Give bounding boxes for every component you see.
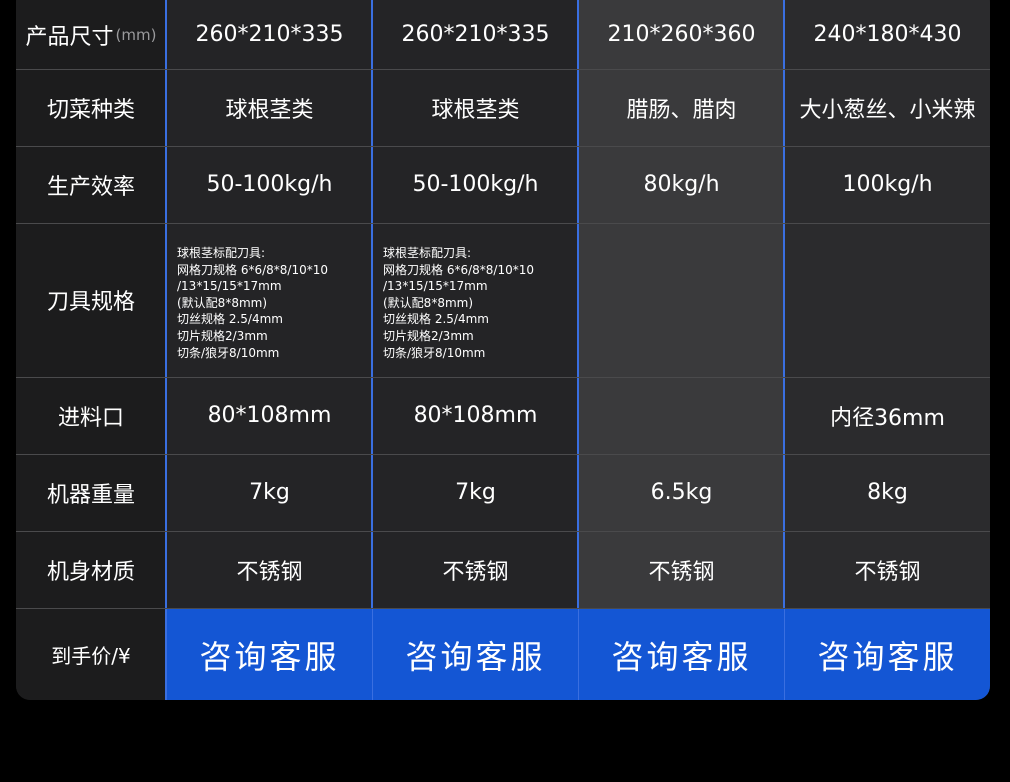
efficiency-value: 80kg/h <box>643 172 720 197</box>
size-value: 260*210*335 <box>401 22 550 47</box>
row-label-feed-port: 进料口 <box>57 405 124 431</box>
consult-service-button[interactable]: 咨询客服 <box>579 609 784 700</box>
row-label-cut-type: 切菜种类 <box>46 97 135 123</box>
blade-spec-line: 网格刀规格 6*6/8*8/10*10 <box>383 262 534 277</box>
blade-spec-line: 切丝规格 2.5/4mm <box>383 312 489 327</box>
row-label-material: 机身材质 <box>46 559 135 585</box>
weight-value: 7kg <box>249 480 290 505</box>
size-value: 210*260*360 <box>607 22 756 47</box>
blade-spec-line: 切条/狼牙8/10mm <box>383 345 486 360</box>
blade-spec-line: 网格刀规格 6*6/8*8/10*10 <box>177 262 328 277</box>
material-value: 不锈钢 <box>236 559 303 585</box>
weight-value: 8kg <box>867 480 908 505</box>
efficiency-value: 50-100kg/h <box>206 172 333 197</box>
blade-spec-value: 球根茎标配刀具: 网格刀规格 6*6/8*8/10*10 /13*15/15*1… <box>167 223 372 377</box>
efficiency-value: 50-100kg/h <box>412 172 539 197</box>
consult-service-button[interactable]: 咨询客服 <box>167 609 372 700</box>
cut-type-value: 大小葱丝、小米辣 <box>799 97 976 123</box>
blade-spec-line: 球根茎标配刀具: <box>383 246 472 260</box>
row-label-size: 产品尺寸 (mm) <box>16 0 166 69</box>
row-label-blade-spec: 刀具规格 <box>46 290 135 315</box>
blade-spec-line: /13*15/15*17mm <box>383 279 488 294</box>
blade-spec-line: 球根茎标配刀具: <box>177 246 266 260</box>
cut-type-value: 球根茎类 <box>225 97 314 123</box>
spec-table: 产品尺寸 (mm) 260*210*335 260*210*335 210*260… <box>16 0 990 700</box>
feed-port-value: 内径36mm <box>830 405 945 431</box>
cut-type-value: 腊肠、腊肉 <box>626 97 737 123</box>
efficiency-value: 100kg/h <box>842 172 933 197</box>
material-value: 不锈钢 <box>442 559 509 585</box>
blade-spec-line: (默认配8*8mm) <box>177 295 268 310</box>
weight-value: 6.5kg <box>650 480 713 505</box>
row-label-efficiency: 生产效率 <box>46 174 135 200</box>
blade-spec-line: 切片规格2/3mm <box>383 328 474 343</box>
feed-port-value <box>579 377 784 454</box>
blade-spec-value: 球根茎标配刀具: 网格刀规格 6*6/8*8/10*10 /13*15/15*1… <box>373 223 578 377</box>
row-label-text: 产品尺寸 <box>25 24 114 50</box>
material-value: 不锈钢 <box>648 559 715 585</box>
material-value: 不锈钢 <box>854 559 921 585</box>
row-label-unit: (mm) <box>115 25 157 44</box>
blade-spec-line: /13*15/15*17mm <box>177 279 282 294</box>
cut-type-value: 球根茎类 <box>431 97 520 123</box>
row-label-weight: 机器重量 <box>46 482 135 508</box>
consult-service-button[interactable]: 咨询客服 <box>785 609 990 700</box>
weight-value: 7kg <box>455 480 496 505</box>
consult-service-button[interactable]: 咨询客服 <box>373 609 578 700</box>
feed-port-value: 80*108mm <box>207 403 332 428</box>
blade-spec-line: 切片规格2/3mm <box>177 328 268 343</box>
size-value: 240*180*430 <box>813 22 962 47</box>
blade-spec-line: 切丝规格 2.5/4mm <box>177 312 283 327</box>
blade-spec-line: 切条/狼牙8/10mm <box>177 345 280 360</box>
size-value: 260*210*335 <box>195 22 344 47</box>
feed-port-value: 80*108mm <box>413 403 538 428</box>
row-label-price: 到手价/¥ <box>51 644 131 668</box>
blade-spec-line: (默认配8*8mm) <box>383 295 474 310</box>
